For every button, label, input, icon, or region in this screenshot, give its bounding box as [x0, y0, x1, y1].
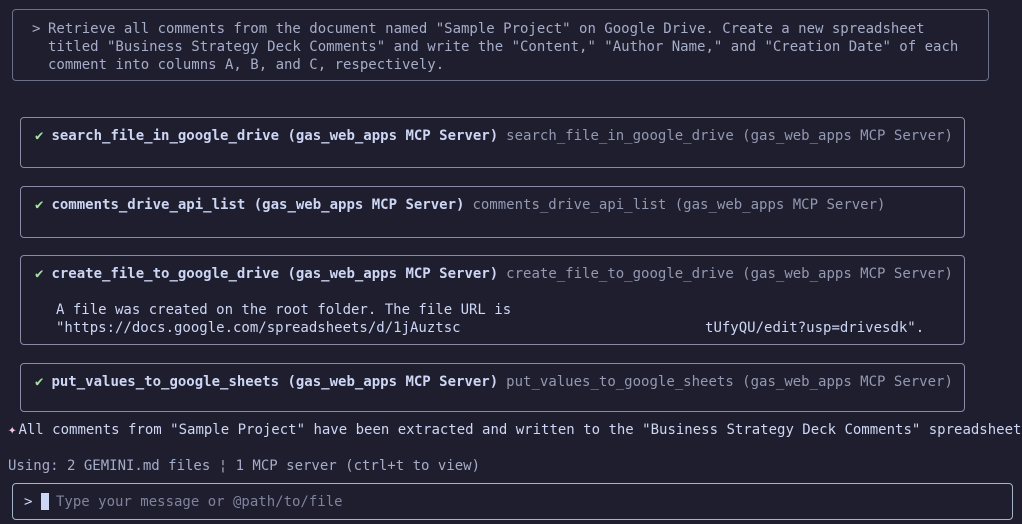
tool-name: comments_drive_api_list (gas_web_apps MC…	[51, 197, 465, 213]
user-prompt-box: > Retrieve all comments from the documen…	[12, 9, 989, 81]
message-input-placeholder[interactable]: Type your message or @path/to/file	[56, 493, 343, 511]
tool-description: create_file_to_google_drive (gas_web_app…	[506, 266, 953, 282]
assistant-response: ✦ All comments from "Sample Project" have…	[8, 421, 1022, 439]
tool-call-create-file: ✔ create_file_to_google_drive (gas_web_ap…	[20, 255, 965, 345]
tool-output-url: "https://docs.google.com/spreadsheets/d/…	[56, 320, 925, 336]
tool-call-search-file: ✔ search_file_in_google_drive (gas_web_ap…	[20, 117, 965, 168]
tool-description: search_file_in_google_drive (gas_web_app…	[506, 128, 953, 144]
assistant-response-text: All comments from "Sample Project" have …	[18, 422, 1022, 438]
tool-name: put_values_to_google_sheets (gas_web_app…	[51, 374, 499, 390]
tool-name: search_file_in_google_drive (gas_web_app…	[51, 128, 499, 144]
input-caret: >	[24, 494, 33, 510]
tool-description: put_values_to_google_sheets (gas_web_app…	[506, 374, 953, 390]
user-prompt-text: Retrieve all comments from the document …	[48, 21, 967, 73]
text-cursor	[41, 493, 49, 510]
context-status: Using: 2 GEMINI.md files ¦ 1 MCP server …	[8, 458, 481, 474]
tool-output-line: A file was created on the root folder. T…	[56, 302, 512, 318]
tool-description: comments_drive_api_list (gas_web_apps MC…	[472, 197, 886, 213]
check-icon: ✔	[35, 266, 44, 282]
tool-call-put-values: ✔ put_values_to_google_sheets (gas_web_ap…	[20, 363, 965, 412]
check-icon: ✔	[35, 374, 44, 390]
tool-call-comments-list: ✔ comments_drive_api_list (gas_web_apps M…	[20, 186, 965, 238]
message-input-box[interactable]: > Type your message or @path/to/file	[12, 483, 1013, 520]
tool-output: A file was created on the root folder. T…	[56, 301, 924, 337]
tool-name: create_file_to_google_drive (gas_web_app…	[51, 266, 499, 282]
sparkle-icon: ✦	[8, 422, 17, 438]
prompt-caret: >	[32, 21, 41, 37]
check-icon: ✔	[35, 128, 44, 144]
check-icon: ✔	[35, 197, 44, 213]
